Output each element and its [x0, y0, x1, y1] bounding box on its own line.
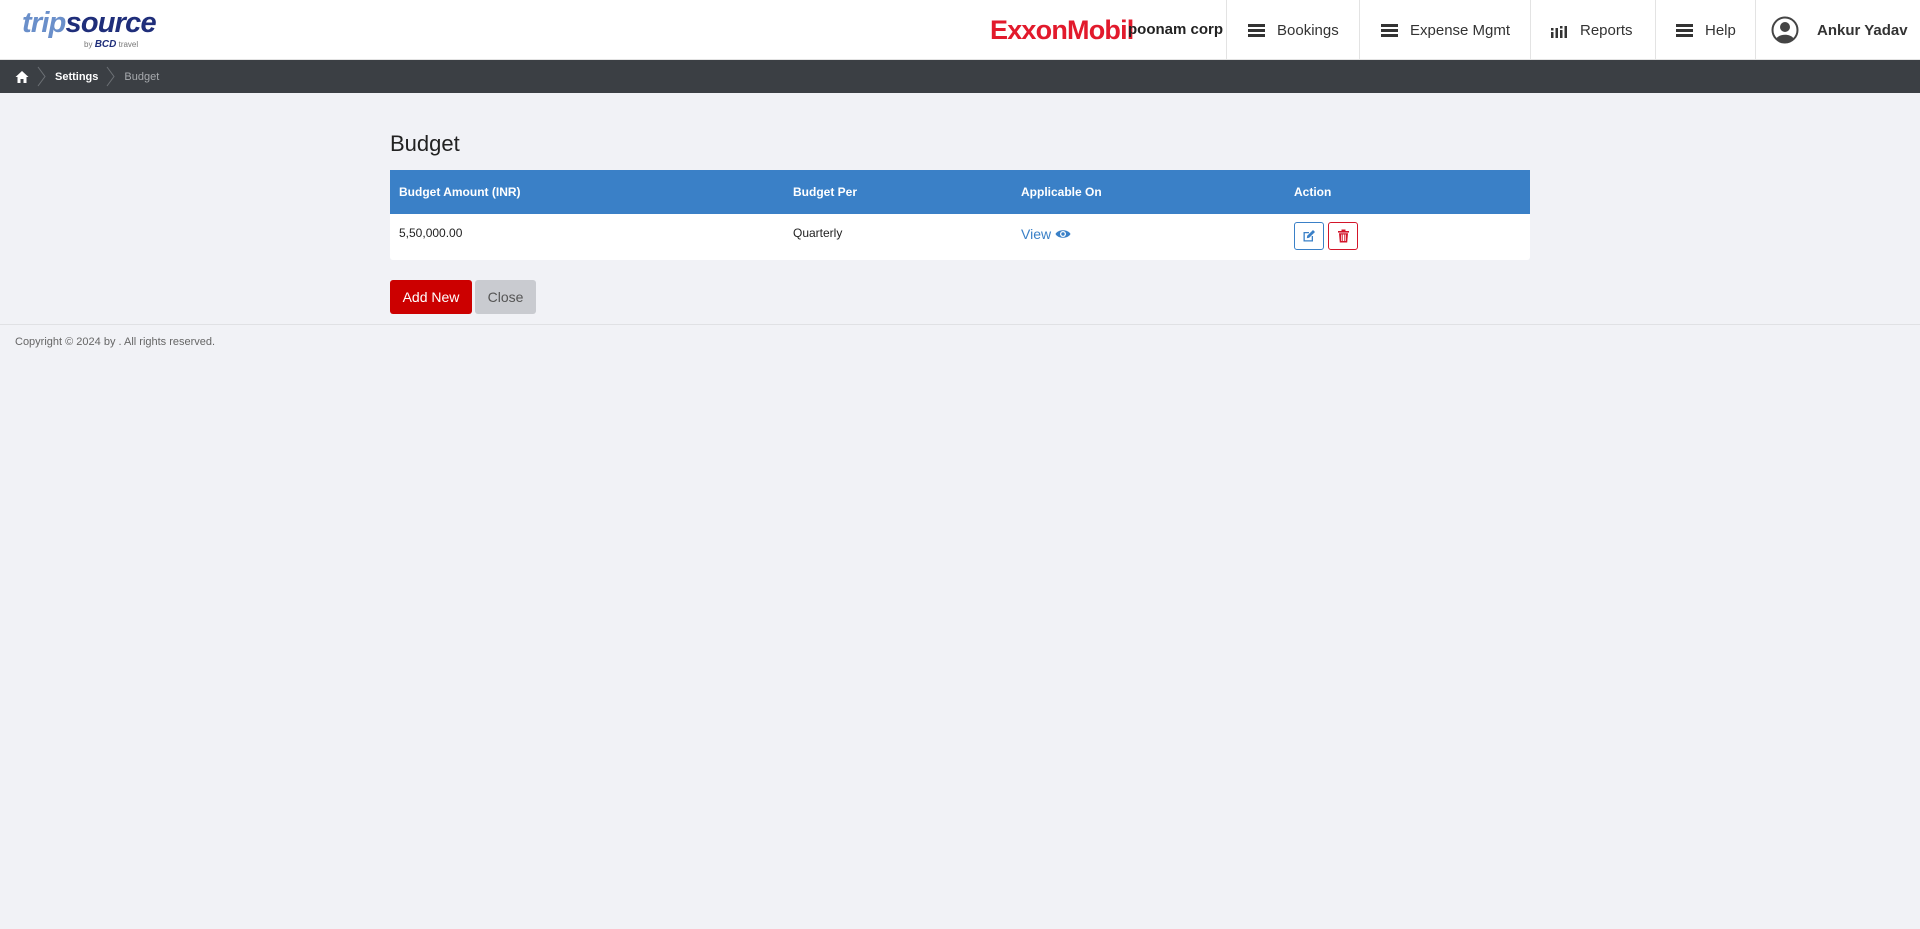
menu-icon	[1248, 23, 1265, 37]
user-name: Ankur Yadav	[1817, 21, 1908, 39]
breadcrumb-settings[interactable]: Settings	[55, 71, 98, 83]
top-navbar: tripsource by BCD travel ExxonMobil poon…	[0, 0, 1920, 60]
user-avatar-icon	[1771, 16, 1799, 44]
column-header-applicable-on: Applicable On	[1012, 170, 1285, 214]
nav-expense-label: Expense Mgmt	[1410, 21, 1511, 39]
page-title: Budget	[390, 131, 460, 156]
table-row: 5,50,000.00 Quarterly View	[390, 214, 1530, 260]
corporate-name: poonam corp	[1128, 21, 1224, 38]
user-menu[interactable]: Ankur Yadav	[1755, 0, 1920, 60]
footer-copyright: Copyright © 2024 by . All rights reserve…	[15, 336, 216, 348]
column-header-amount: Budget Amount (INR)	[390, 170, 784, 214]
nav-help-label: Help	[1705, 21, 1736, 39]
nav-expense-mgmt[interactable]: Expense Mgmt	[1359, 0, 1531, 60]
bar-chart-icon	[1551, 25, 1567, 38]
tripsource-logo[interactable]: tripsource by BCD travel	[22, 7, 162, 51]
column-header-action: Action	[1285, 170, 1530, 214]
eye-icon	[1055, 230, 1071, 238]
trash-icon	[1337, 229, 1349, 243]
menu-icon	[1676, 23, 1693, 37]
nav-bookings-label: Bookings	[1277, 21, 1339, 39]
table-header-row: Budget Amount (INR) Budget Per Applicabl…	[390, 170, 1530, 214]
budget-table: Budget Amount (INR) Budget Per Applicabl…	[390, 170, 1530, 260]
edit-button[interactable]	[1294, 222, 1324, 250]
column-header-budget-per: Budget Per	[784, 170, 1012, 214]
menu-icon	[1381, 23, 1398, 37]
logo-source-text: source	[65, 7, 157, 39]
exxonmobil-brand-logo: ExxonMobil	[990, 15, 1134, 45]
cell-budget-per: Quarterly	[793, 226, 843, 240]
home-icon[interactable]	[15, 70, 29, 84]
logo-by-text: by	[84, 40, 93, 49]
edit-icon	[1303, 230, 1315, 242]
view-link-label: View	[1021, 226, 1052, 242]
close-button[interactable]: Close	[475, 280, 536, 314]
logo-travel-text: travel	[118, 40, 139, 49]
cell-actions	[1285, 214, 1530, 260]
cell-budget-amount: 5,50,000.00	[399, 226, 463, 240]
logo-trip-text: trip	[22, 7, 66, 39]
nav-help[interactable]: Help	[1655, 0, 1756, 60]
add-new-button[interactable]: Add New	[390, 280, 472, 314]
chevron-right-icon	[37, 66, 46, 87]
nav-reports-label: Reports	[1580, 21, 1633, 39]
nav-bookings[interactable]: Bookings	[1226, 0, 1360, 60]
footer-divider	[0, 324, 1920, 325]
delete-button[interactable]	[1328, 222, 1359, 250]
logo-bcd-text: BCD	[94, 39, 117, 50]
cell-applicable-on: View	[1012, 214, 1285, 260]
breadcrumb: Settings Budget	[0, 60, 1920, 93]
chevron-right-icon	[107, 66, 116, 87]
view-link[interactable]: View	[1021, 226, 1071, 242]
nav-reports[interactable]: Reports	[1530, 0, 1656, 60]
budget-table-container: Budget Amount (INR) Budget Per Applicabl…	[390, 170, 1530, 260]
breadcrumb-current: Budget	[124, 70, 160, 83]
